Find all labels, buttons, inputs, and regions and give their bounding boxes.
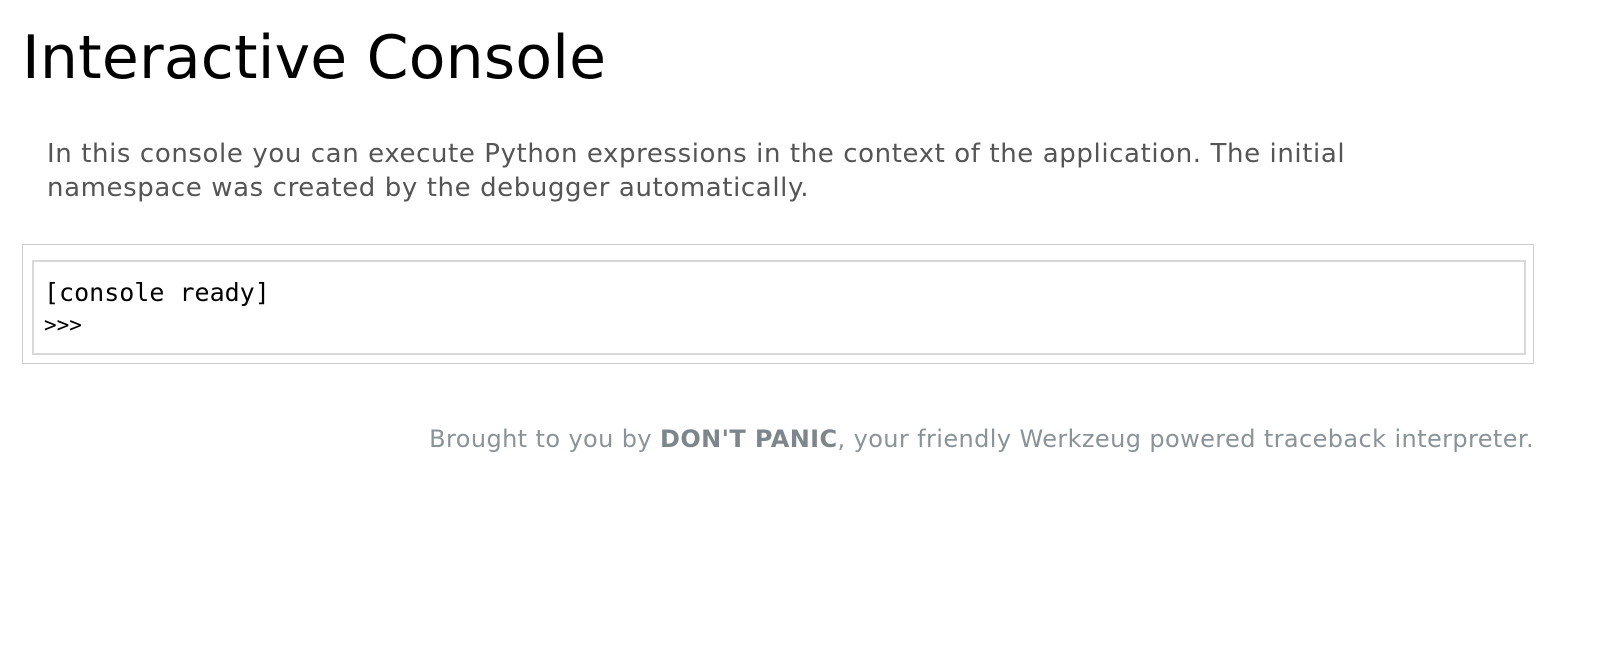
console-container: [console ready] >>>: [22, 244, 1534, 364]
console-prompt-row: >>>: [44, 306, 1514, 344]
explanation-text: In this console you can execute Python e…: [47, 139, 1346, 203]
footer: Brought to you by DON'T PANIC, your frie…: [429, 422, 1534, 456]
console-box[interactable]: [console ready] >>>: [32, 260, 1526, 355]
page: Interactive Console In this console you …: [0, 0, 1600, 654]
footer-prefix: Brought to you by: [429, 425, 661, 453]
footer-brand: DON'T PANIC: [660, 425, 838, 453]
console-input[interactable]: [81, 310, 1514, 340]
footer-suffix: , your friendly Werkzeug powered traceba…: [837, 425, 1534, 453]
console-prompt: >>>: [44, 313, 82, 337]
page-title: Interactive Console: [22, 23, 607, 93]
